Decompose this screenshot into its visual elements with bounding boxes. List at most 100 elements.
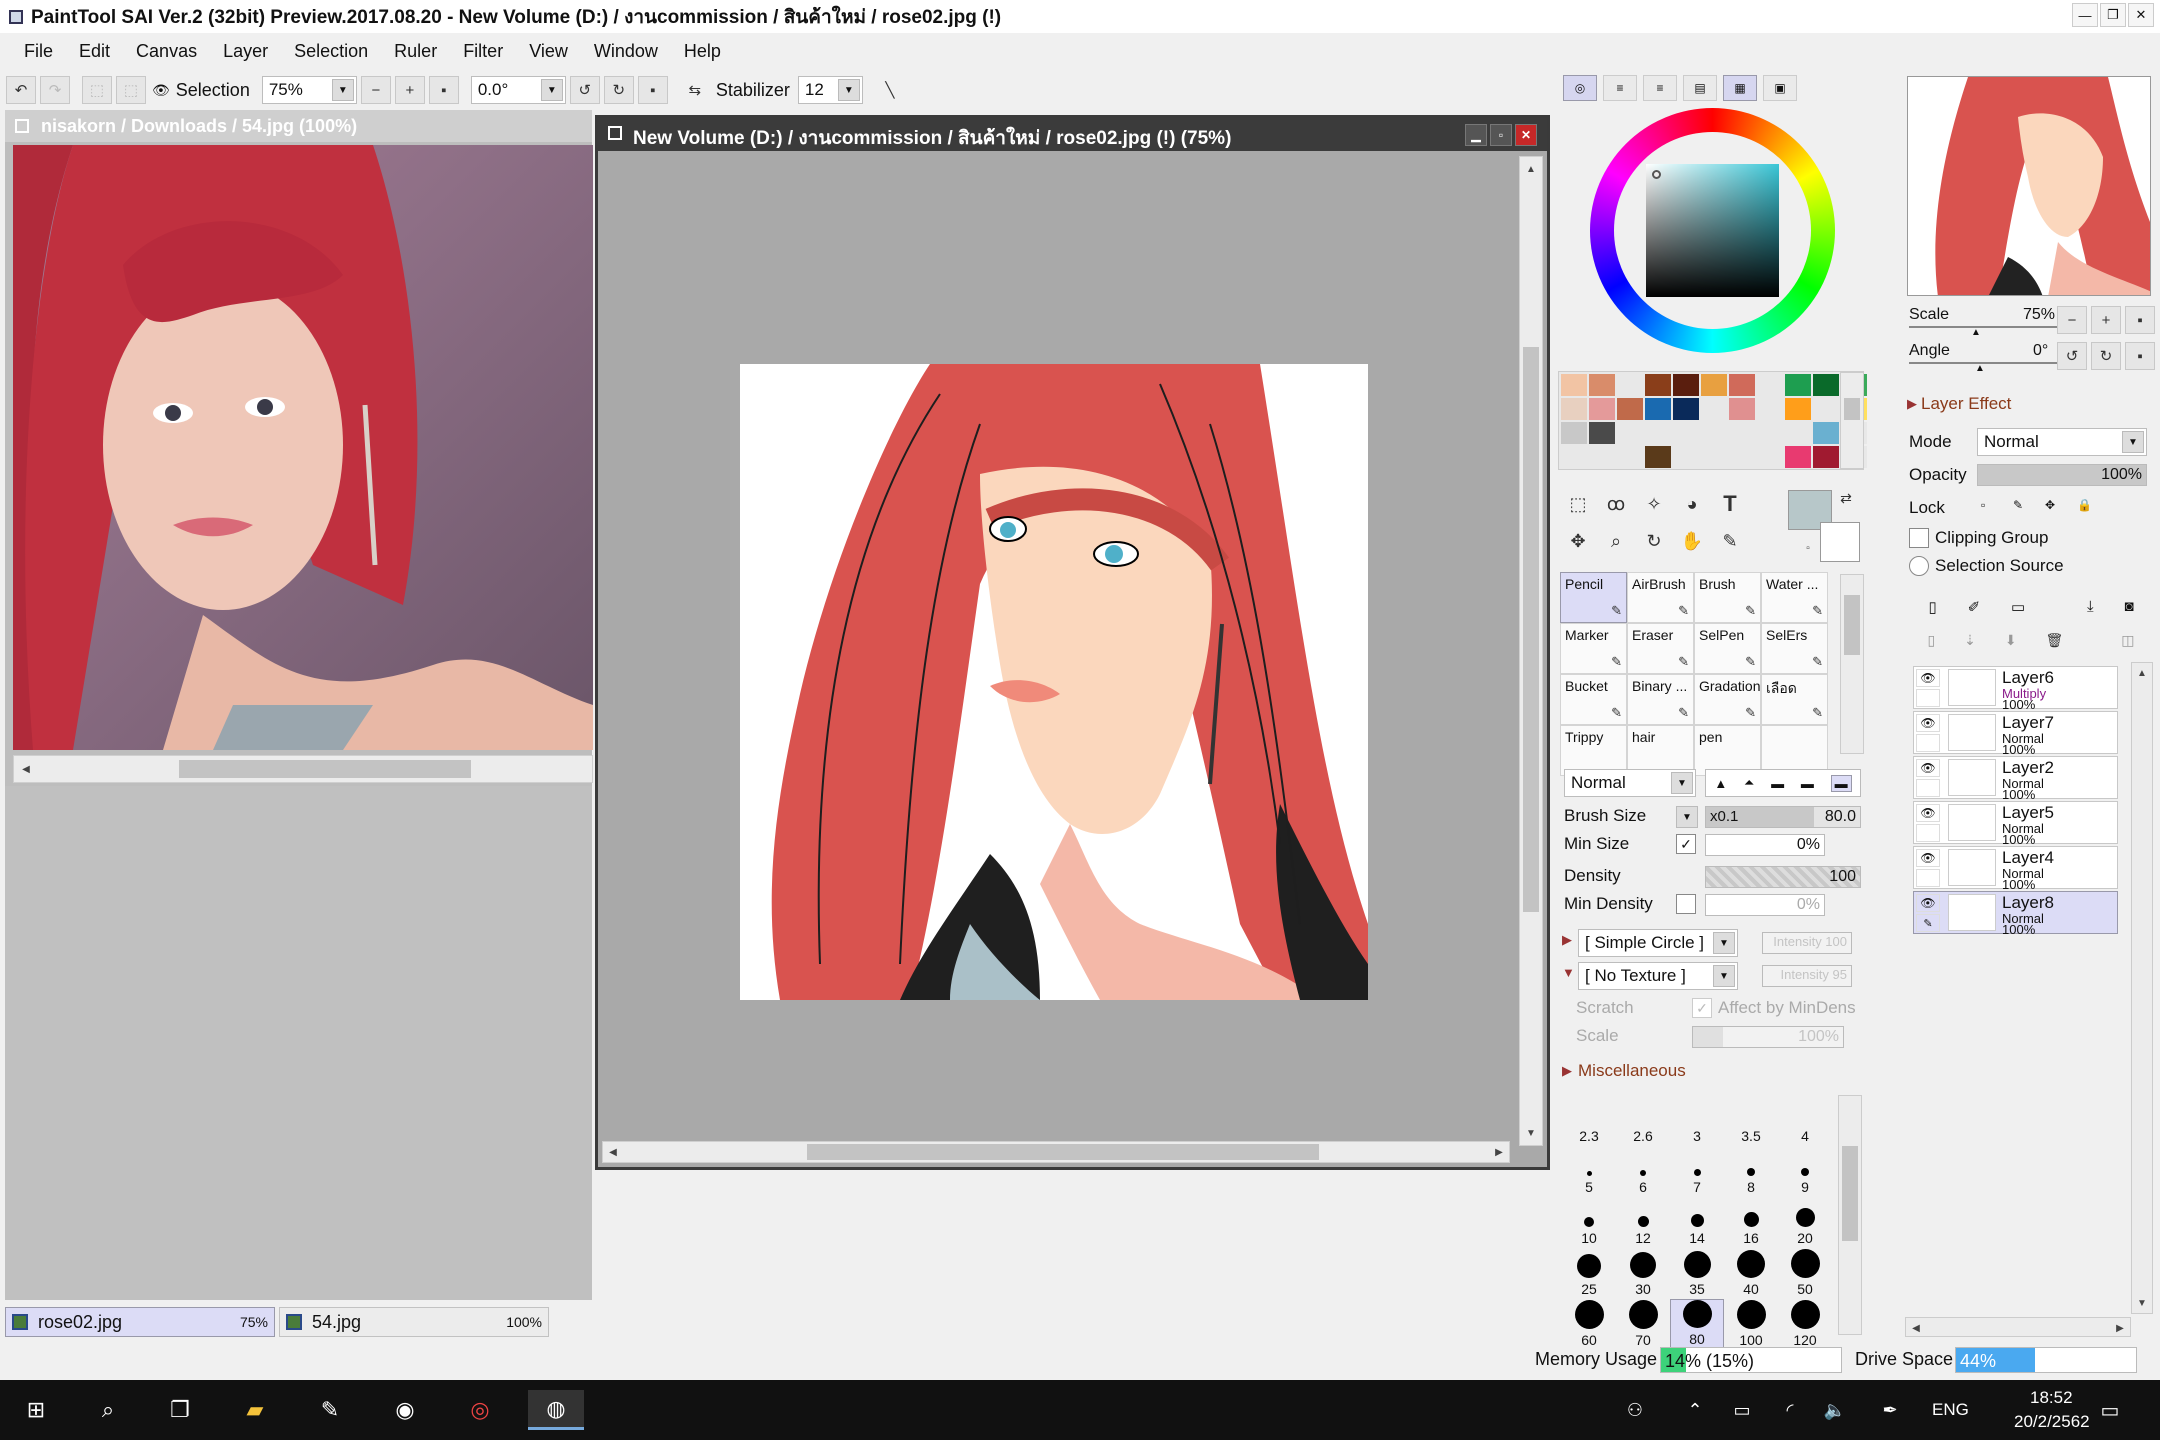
layer-lock-icon[interactable]: [1916, 689, 1940, 707]
layer-lock-icon[interactable]: [1916, 779, 1940, 797]
eye-icon[interactable]: 👁: [1916, 669, 1940, 687]
chevron-down-icon[interactable]: ▼: [331, 79, 354, 101]
merge-down-icon[interactable]: ⤓: [2087, 598, 2094, 626]
layer-settings-icon[interactable]: ◫: [2121, 632, 2134, 658]
rotate-reset-icon[interactable]: ▪: [637, 76, 668, 104]
brush-size-preset[interactable]: 40: [1724, 1248, 1778, 1299]
rotate-view-icon[interactable]: ↻: [1638, 525, 1670, 557]
color-swatch[interactable]: [1813, 446, 1839, 468]
canvas-close-button[interactable]: ✕: [1515, 124, 1537, 146]
delete-layer-icon[interactable]: 🗑: [2046, 632, 2064, 658]
drawing-canvas[interactable]: [740, 364, 1368, 1000]
color-swatch[interactable]: [1645, 398, 1671, 420]
merge-layer-icon[interactable]: ⬇: [2005, 632, 2017, 658]
texture-scale-slider[interactable]: 100%: [1692, 1026, 1844, 1048]
scroll-thumb[interactable]: [807, 1144, 1319, 1160]
scroll-up-icon[interactable]: ▲: [1521, 159, 1541, 179]
layers-hscrollbar[interactable]: ◀ ▶: [1905, 1317, 2131, 1337]
lock-move-icon[interactable]: ✥: [2045, 498, 2055, 512]
brush-size-preset[interactable]: 35: [1670, 1248, 1724, 1299]
brush-tool[interactable]: SelPen ✎: [1694, 623, 1761, 674]
canvas-hscrollbar[interactable]: ◀ ▶: [602, 1141, 1510, 1163]
chevron-down-icon[interactable]: ▼: [1713, 932, 1735, 954]
eye-icon[interactable]: 👁: [1916, 759, 1940, 777]
chevron-down-icon[interactable]: ▼: [1713, 965, 1735, 987]
layer-row[interactable]: 👁 Layer4 Normal 100%: [1913, 846, 2118, 892]
zoom-reset-icon[interactable]: ▪: [428, 76, 459, 104]
color-wheel-mode-icon[interactable]: ◎: [1563, 75, 1597, 101]
color-swatch[interactable]: [1701, 398, 1727, 420]
brush-shape-select[interactable]: [ Simple Circle ] ▼: [1578, 929, 1738, 957]
chevron-down-icon[interactable]: ▼: [540, 79, 563, 101]
brush-size-preset[interactable]: 30: [1616, 1248, 1670, 1299]
color-swatch[interactable]: [1673, 446, 1699, 468]
transparent-color-icon[interactable]: ▫: [1792, 532, 1824, 564]
brush-size-preset[interactable]: 3.5: [1724, 1095, 1778, 1146]
color-swatch[interactable]: [1561, 422, 1587, 444]
color-swatch[interactable]: [1757, 374, 1783, 396]
brush-size-preset[interactable]: 10: [1562, 1197, 1616, 1248]
new-linework-layer-icon[interactable]: ✐: [1968, 598, 1981, 626]
color-swatch[interactable]: [1757, 446, 1783, 468]
scroll-left-icon[interactable]: ◀: [603, 1142, 623, 1162]
nav-zoom-reset-icon[interactable]: ▪: [2125, 306, 2155, 334]
color-picker-marker[interactable]: [1652, 170, 1661, 179]
pen-icon[interactable]: ✎: [1916, 914, 1940, 932]
color-swatch[interactable]: [1645, 422, 1671, 444]
zoom-field[interactable]: 75% ▼: [261, 76, 357, 104]
expand-arrow-icon[interactable]: ▶: [1907, 396, 1917, 412]
brushgrid-vscrollbar[interactable]: [1840, 574, 1864, 754]
min-size-slider[interactable]: 0%: [1705, 834, 1825, 856]
brush-size-preset[interactable]: 20: [1778, 1197, 1832, 1248]
lock-all-icon[interactable]: 🔒: [2077, 498, 2092, 512]
brush-size-preset[interactable]: 8: [1724, 1146, 1778, 1197]
taskbar-date[interactable]: 20/2/2562: [2014, 1412, 2090, 1432]
paint-tool-sai-icon[interactable]: ◍: [528, 1390, 584, 1430]
lock-transparency-icon[interactable]: ▫: [1981, 498, 1985, 512]
menu-ruler[interactable]: Ruler: [381, 41, 450, 62]
rotation-field[interactable]: 0.0° ▼: [470, 76, 566, 104]
shape-rect-icon[interactable]: ▬: [1830, 774, 1852, 792]
brush-size-preset[interactable]: 9: [1778, 1146, 1832, 1197]
texture-select[interactable]: [ No Texture ] ▼: [1578, 962, 1738, 990]
color-swatch[interactable]: [1729, 422, 1755, 444]
navigator-preview[interactable]: [1907, 76, 2151, 296]
menu-canvas[interactable]: Canvas: [123, 41, 210, 62]
zoom-in-icon[interactable]: +: [394, 76, 425, 104]
color-swatch[interactable]: [1673, 422, 1699, 444]
brush-size-preset[interactable]: 3: [1670, 1095, 1724, 1146]
layer-mode-select[interactable]: Normal ▼: [1977, 428, 2147, 456]
pen-icon[interactable]: ✒: [1870, 1390, 1910, 1430]
scroll-thumb[interactable]: [179, 760, 471, 778]
brush-size-preset[interactable]: 25: [1562, 1248, 1616, 1299]
line-app-icon[interactable]: ◉: [385, 1390, 425, 1430]
battery-icon[interactable]: ▭: [1722, 1390, 1762, 1430]
color-swatch[interactable]: [1729, 374, 1755, 396]
min-density-slider[interactable]: 0%: [1705, 894, 1825, 916]
maximize-button[interactable]: ❐: [2100, 3, 2126, 27]
menu-help[interactable]: Help: [671, 41, 734, 62]
brush-size-preset[interactable]: 6: [1616, 1146, 1670, 1197]
canvas-minimize-button[interactable]: ▁: [1465, 124, 1487, 146]
brush-tool[interactable]: เลือด ✎: [1761, 674, 1828, 725]
saturation-value-square[interactable]: [1646, 164, 1779, 297]
color-swatch[interactable]: [1589, 374, 1615, 396]
text-tool-icon[interactable]: T: [1714, 488, 1746, 520]
intermediate-color-icon[interactable]: ▤: [1683, 75, 1717, 101]
shape-icon[interactable]: ◕: [1676, 488, 1708, 520]
menu-file[interactable]: File: [11, 41, 66, 62]
brush-size-preset[interactable]: 5: [1562, 1146, 1616, 1197]
layer-row[interactable]: 👁 Layer2 Normal 100%: [1913, 756, 2118, 802]
layer-lock-icon[interactable]: [1916, 734, 1940, 752]
menu-layer[interactable]: Layer: [210, 41, 281, 62]
lasso-icon[interactable]: ꝏ: [1600, 488, 1632, 520]
brush-size-preset[interactable]: 80: [1670, 1299, 1724, 1350]
eye-icon[interactable]: 👁: [1916, 894, 1940, 912]
swap-colors-icon[interactable]: ⇄: [1830, 482, 1862, 514]
layers-vscrollbar[interactable]: ▲ ▼: [2131, 662, 2153, 1314]
canvas-maximize-button[interactable]: ▫: [1490, 124, 1512, 146]
brush-size-preset[interactable]: 7: [1670, 1146, 1724, 1197]
scroll-left-icon[interactable]: ◀: [1906, 1318, 1926, 1338]
swatches-vscrollbar[interactable]: [1840, 372, 1864, 469]
brush-tool[interactable]: AirBrush ✎: [1627, 572, 1694, 623]
